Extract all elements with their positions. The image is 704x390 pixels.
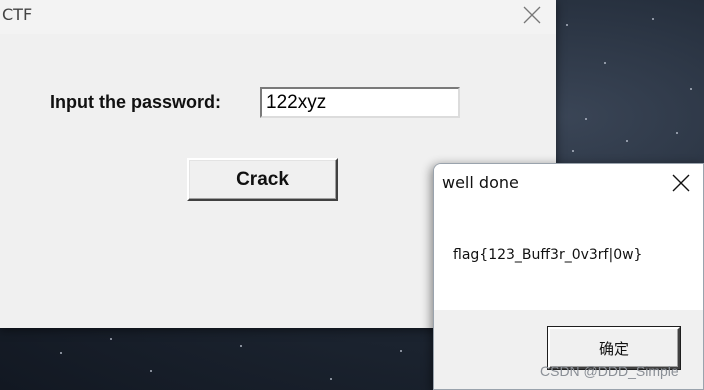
window-title: CTF bbox=[2, 5, 33, 24]
ctf-titlebar[interactable]: CTF bbox=[0, 0, 556, 34]
message-close-button[interactable] bbox=[661, 168, 701, 198]
password-input[interactable] bbox=[260, 87, 460, 118]
close-icon bbox=[672, 174, 690, 192]
watermark: CSDN @DDD_Simple bbox=[540, 363, 679, 379]
crack-button[interactable]: Crack bbox=[187, 158, 338, 201]
close-icon bbox=[523, 6, 541, 24]
flag-message: flag{123_Buff3r_0v3rf|0w} bbox=[453, 247, 643, 263]
message-box: well done flag{123_Buff3r_0v3rf|0w} 确定 bbox=[433, 163, 704, 390]
message-titlebar[interactable]: well done bbox=[434, 164, 703, 202]
close-button[interactable] bbox=[512, 0, 552, 30]
password-label: Input the password: bbox=[50, 92, 221, 112]
message-title: well done bbox=[442, 173, 519, 192]
message-body: flag{123_Buff3r_0v3rf|0w} bbox=[434, 202, 703, 310]
